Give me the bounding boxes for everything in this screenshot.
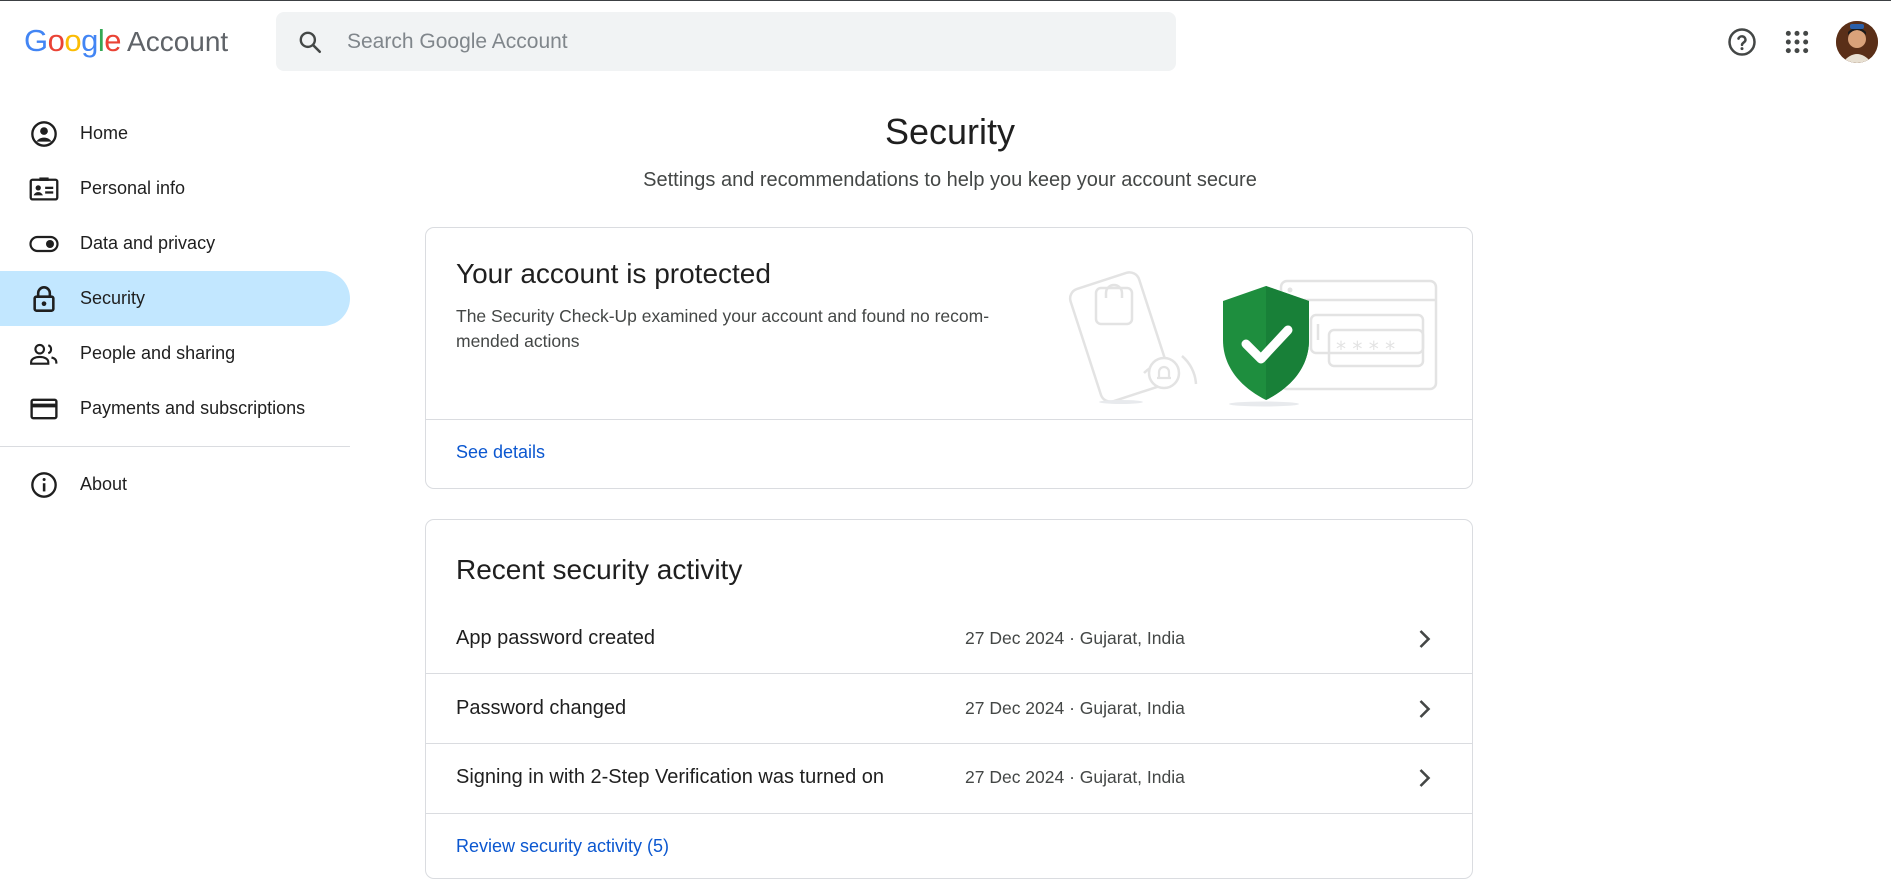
card-divider	[426, 419, 1472, 420]
sidebar-item-security[interactable]: Security	[0, 271, 350, 326]
credit-card-icon	[29, 394, 59, 424]
sidebar-item-label: Data and privacy	[80, 233, 216, 253]
help-icon[interactable]	[1726, 26, 1758, 58]
activity-meta: 27 Dec 2024 · Gujarat, India	[965, 628, 1185, 648]
sidebar-nav: Home Personal info Data and privacy Secu…	[0, 106, 350, 512]
chevron-right-icon	[1419, 768, 1431, 787]
people-icon	[29, 339, 59, 369]
svg-text:* * * *: * * * *	[1336, 337, 1395, 361]
card-description: The Security Check-Up examined your acco…	[456, 306, 990, 351]
card-title: Recent security activity	[456, 554, 743, 585]
activity-title: Password changed	[456, 697, 627, 719]
page-subtitle: Settings and recommendations to help you…	[643, 169, 1257, 191]
sidebar-item-label: Home	[80, 123, 129, 143]
sidebar-item-payments-and-subscriptions[interactable]: Payments and subscriptions	[0, 381, 350, 436]
activity-title: Signing in with 2-Step Verification was …	[456, 766, 885, 788]
activity-meta: 27 Dec 2024 · Gujarat, India	[965, 698, 1185, 718]
account-circle-icon	[29, 119, 59, 149]
page-title: Security	[884, 111, 1016, 152]
activity-meta: 27 Dec 2024 · Gujarat, India	[965, 767, 1185, 787]
sidebar-item-label: About	[80, 474, 128, 494]
chevron-right-icon	[1419, 629, 1431, 648]
account-protected-card: Your account is protected The Security C…	[425, 227, 1473, 489]
review-security-activity-link[interactable]: Review security activity (5)	[456, 836, 669, 857]
apps-grid-icon[interactable]	[1781, 26, 1813, 58]
chevron-right-icon	[1419, 699, 1431, 718]
card-title: Your account is protected	[456, 258, 771, 289]
search-icon	[299, 31, 322, 53]
sidebar-item-data-and-privacy[interactable]: Data and privacy	[0, 216, 350, 271]
sidebar-item-home[interactable]: Home	[0, 106, 350, 161]
activity-title: App password created	[456, 627, 656, 649]
sidebar-divider	[0, 446, 350, 447]
security-shield-illustration: * * * *	[1066, 268, 1446, 413]
see-details-link[interactable]: See details	[456, 442, 545, 463]
sidebar-item-label: Payments and subscriptions	[80, 398, 306, 418]
lock-icon	[29, 284, 59, 314]
google-wordmark: Google	[24, 23, 122, 58]
sidebar-item-label: Personal info	[80, 178, 186, 198]
recent-security-activity-card: Recent security activity App password cr…	[425, 519, 1473, 879]
sidebar-item-about[interactable]: About	[0, 457, 350, 512]
sidebar-item-personal-info[interactable]: Personal info	[0, 161, 350, 216]
sidebar-item-label: Security	[80, 288, 146, 308]
search-bar[interactable]	[276, 12, 1176, 71]
info-icon	[29, 470, 59, 500]
toggle-icon	[29, 229, 59, 259]
search-input[interactable]	[345, 28, 1129, 55]
id-card-icon	[29, 174, 59, 204]
sidebar-item-label: People and sharing	[80, 343, 236, 363]
activity-row-password-changed[interactable]: Password changed 27 Dec 2024 · Gujarat, …	[426, 674, 1472, 743]
avatar[interactable]	[1836, 21, 1878, 63]
activity-row-2sv-turned-on[interactable]: Signing in with 2-Step Verification was …	[426, 743, 1472, 812]
activity-row-app-password[interactable]: App password created 27 Dec 2024 · Gujar…	[426, 604, 1472, 673]
google-account-logo[interactable]: Google Account	[24, 23, 228, 63]
account-wordmark: Account	[127, 26, 229, 57]
sidebar-item-people-and-sharing[interactable]: People and sharing	[0, 326, 350, 381]
row-divider	[426, 813, 1472, 814]
